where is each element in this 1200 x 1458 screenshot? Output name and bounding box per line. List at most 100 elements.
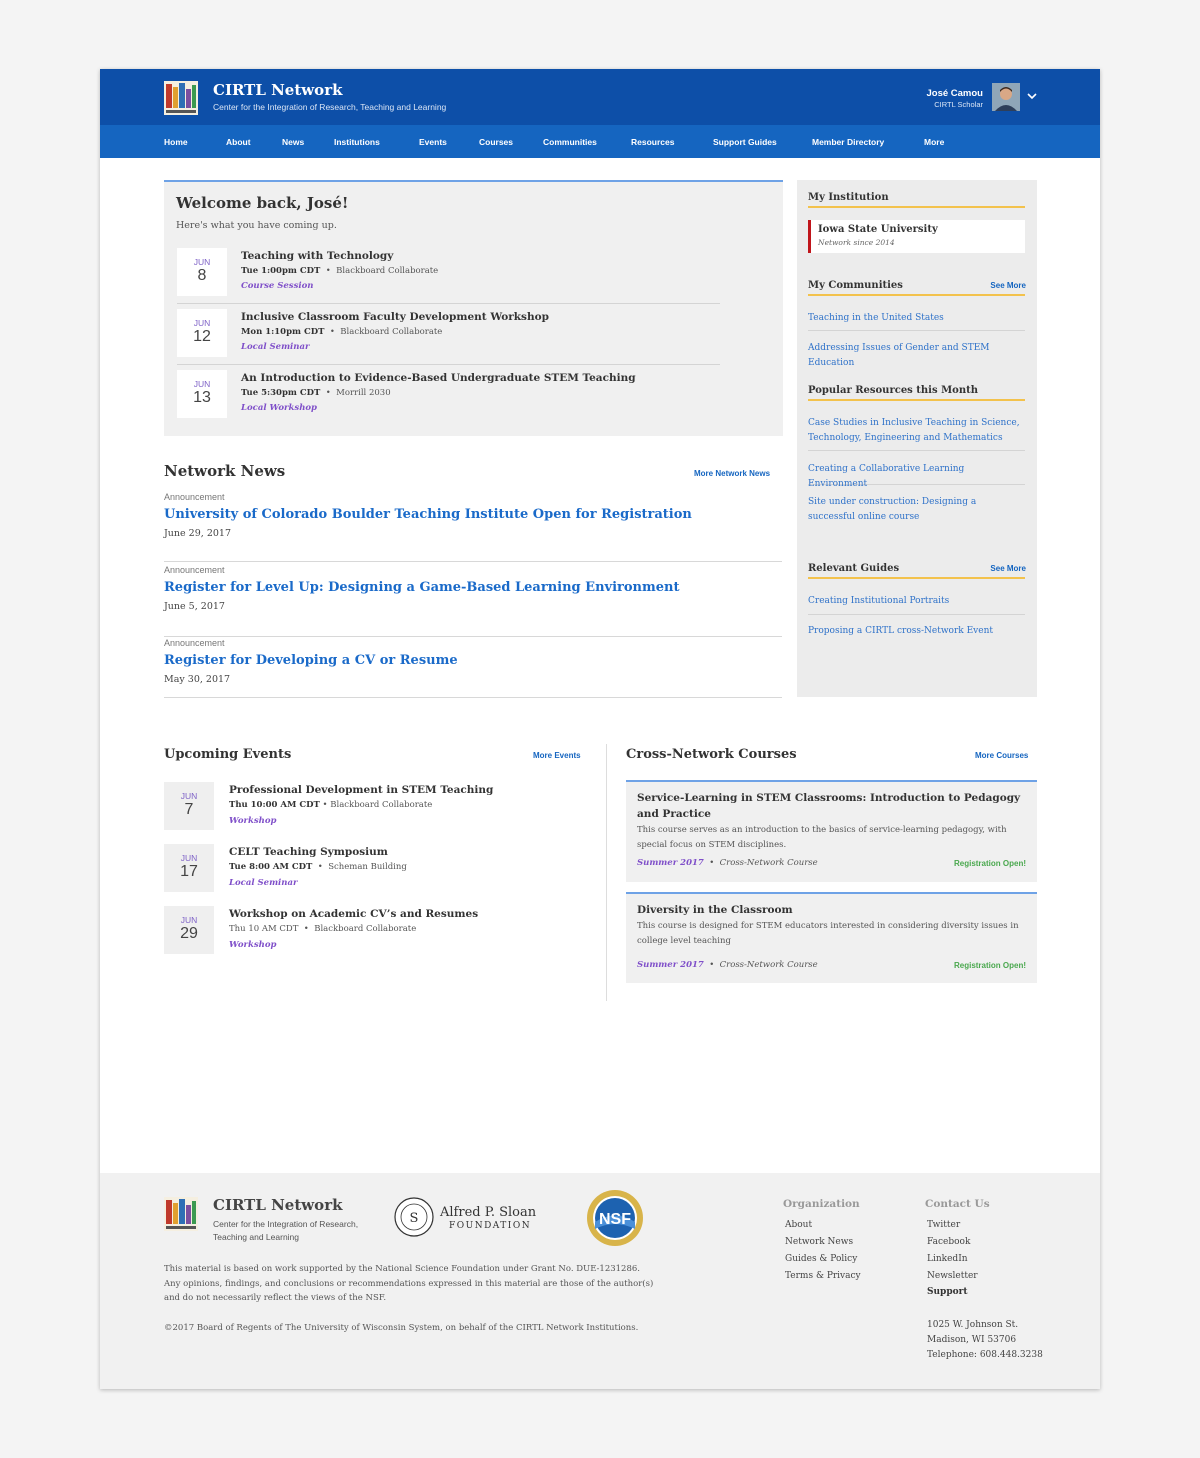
event-month: JUN [180, 791, 198, 801]
cross-network-courses-heading: Cross-Network Courses [626, 747, 797, 762]
event-item[interactable]: JUN 29 Workshop on Academic CV’s and Res… [164, 905, 584, 961]
footer-legal-text: This material is based on work supported… [164, 1264, 654, 1303]
event-title[interactable]: Teaching with Technology [241, 250, 393, 262]
footer-link-network-news[interactable]: Network News [785, 1237, 853, 1247]
guides-see-more-link[interactable]: See More [990, 564, 1026, 573]
cirtl-logo-icon[interactable] [164, 1197, 198, 1231]
footer-link-facebook[interactable]: Facebook [927, 1237, 970, 1247]
address-line: Madison, WI 53706 [927, 1335, 1017, 1345]
sloan-foundation: FOUNDATION [449, 1221, 531, 1231]
event-time: Mon 1:10pm CDT [241, 327, 325, 337]
nav-communities[interactable]: Communities [543, 137, 597, 147]
news-headline-link[interactable]: Register for Developing a CV or Resume [164, 653, 458, 668]
course-meta: Summer 2017 • Cross-Network Course [637, 960, 818, 970]
event-day: 12 [193, 328, 211, 345]
news-headline-link[interactable]: University of Colorado Boulder Teaching … [164, 507, 692, 522]
main-navigation: Home About News Institutions Events Cour… [100, 125, 1100, 158]
nav-resources[interactable]: Resources [631, 137, 674, 147]
nav-news[interactable]: News [282, 137, 304, 147]
course-description: This course is designed for STEM educato… [637, 921, 1019, 946]
event-time-location: Tue 8:00 AM CDT • Scheman Building [229, 862, 407, 872]
site-title[interactable]: CIRTL Network [213, 81, 343, 99]
news-item: Announcement Register for Developing a C… [164, 638, 782, 698]
news-headline-link[interactable]: Register for Level Up: Designing a Game-… [164, 580, 679, 595]
page-frame: CIRTL Network Center for the Integration… [100, 69, 1100, 1389]
guide-link[interactable]: Creating Institutional Portraits [808, 594, 1025, 615]
registration-status-badge: Registration Open! [953, 859, 1026, 868]
event-month: JUN [180, 853, 198, 863]
news-kind: Announcement [164, 565, 225, 575]
communities-see-more-link[interactable]: See More [990, 281, 1026, 290]
footer-title: CIRTL Network [213, 1196, 343, 1214]
event-title[interactable]: Workshop on Academic CV’s and Resumes [229, 908, 478, 920]
column-divider [606, 744, 607, 1001]
nsf-letters: NSF [599, 1211, 631, 1228]
event-month: JUN [193, 257, 211, 267]
course-card[interactable]: Service-Learning in STEM Classrooms: Int… [626, 780, 1037, 882]
nav-institutions[interactable]: Institutions [334, 137, 380, 147]
event-title[interactable]: CELT Teaching Symposium [229, 846, 388, 858]
event-title[interactable]: Professional Development in STEM Teachin… [229, 784, 493, 796]
course-kind: Cross-Network Course [719, 858, 818, 868]
footer-link-about[interactable]: About [785, 1220, 812, 1230]
chevron-down-icon[interactable] [1027, 91, 1037, 104]
nav-home[interactable]: Home [164, 137, 188, 147]
event-day: 7 [184, 801, 194, 818]
nav-more[interactable]: More [924, 137, 944, 147]
footer-link-linkedin[interactable]: LinkedIn [927, 1254, 968, 1264]
event-item[interactable]: JUN 17 CELT Teaching Symposium Tue 8:00 … [164, 843, 584, 899]
course-title[interactable]: Service-Learning in STEM Classrooms: Int… [637, 790, 1022, 822]
event-date-badge: JUN 8 [177, 248, 227, 296]
avatar[interactable] [992, 83, 1020, 111]
resource-link[interactable]: Site under construction: Designing a suc… [808, 495, 1025, 524]
more-courses-link[interactable]: More Courses [975, 751, 1028, 760]
event-day: 17 [180, 863, 198, 880]
event-location: Morrill 2030 [336, 388, 391, 398]
event-date-badge: JUN 7 [164, 782, 214, 830]
resource-link[interactable]: Case Studies in Inclusive Teaching in Sc… [808, 416, 1025, 451]
upcoming-event-item[interactable]: JUN 12 Inclusive Classroom Faculty Devel… [177, 304, 720, 365]
course-title[interactable]: Diversity in the Classroom [637, 902, 1022, 918]
event-date-badge: JUN 12 [177, 309, 227, 357]
more-events-link[interactable]: More Events [533, 751, 581, 760]
footer-link-support[interactable]: Support [927, 1287, 968, 1297]
community-link[interactable]: Addressing Issues of Gender and STEM Edu… [808, 341, 1025, 370]
institution-card[interactable]: Iowa State University Network since 2014 [808, 220, 1025, 253]
nav-events[interactable]: Events [419, 137, 447, 147]
course-meta: Summer 2017 • Cross-Network Course [637, 858, 818, 868]
news-date: June 29, 2017 [164, 528, 231, 539]
event-time-location: Thu 10:00 AM CDT • Blackboard Collaborat… [229, 800, 433, 810]
upcoming-event-item[interactable]: JUN 8 Teaching with Technology Tue 1:00p… [177, 243, 720, 304]
more-network-news-link[interactable]: More Network News [694, 469, 770, 478]
event-title[interactable]: Inclusive Classroom Faculty Development … [241, 311, 549, 323]
nav-member-directory[interactable]: Member Directory [812, 137, 884, 147]
news-item: Announcement University of Colorado Boul… [164, 492, 782, 562]
institution-since: Network since 2014 [818, 238, 895, 247]
address-line: 1025 W. Johnson St. [927, 1320, 1019, 1330]
guide-link[interactable]: Proposing a CIRTL cross-Network Event [808, 624, 1025, 639]
resource-link[interactable]: Creating a Collaborative Learning Enviro… [808, 462, 1025, 489]
sloan-foundation-logo: S Alfred P. Sloan FOUNDATION [394, 1197, 537, 1237]
community-link[interactable]: Teaching in the United States [808, 311, 1025, 331]
course-card[interactable]: Diversity in the Classroom This course i… [626, 892, 1037, 983]
event-month: JUN [193, 318, 211, 328]
footer-link-twitter[interactable]: Twitter [927, 1220, 960, 1230]
welcome-subtitle: Here's what you have coming up. [176, 220, 337, 231]
event-item[interactable]: JUN 7 Professional Development in STEM T… [164, 781, 584, 837]
nav-about[interactable]: About [226, 137, 251, 147]
news-item: Announcement Register for Level Up: Desi… [164, 565, 782, 637]
event-location: Blackboard Collaborate [340, 327, 443, 337]
footer-link-terms-privacy[interactable]: Terms & Privacy [785, 1271, 861, 1281]
footer: CIRTL Network Center for the Integration… [100, 1173, 1100, 1389]
event-time: Tue 1:00pm CDT [241, 266, 321, 276]
nav-courses[interactable]: Courses [479, 137, 513, 147]
event-month: JUN [180, 915, 198, 925]
footer-link-newsletter[interactable]: Newsletter [927, 1271, 978, 1281]
cirtl-logo-icon[interactable] [164, 81, 198, 115]
upcoming-event-item[interactable]: JUN 13 An Introduction to Evidence-Based… [177, 365, 720, 426]
event-title[interactable]: An Introduction to Evidence-Based Underg… [241, 372, 636, 384]
event-type: Local Seminar [229, 878, 298, 888]
user-name[interactable]: José Camou [927, 88, 984, 99]
footer-link-guides-policy[interactable]: Guides & Policy [785, 1254, 857, 1264]
nav-support-guides[interactable]: Support Guides [713, 137, 777, 147]
